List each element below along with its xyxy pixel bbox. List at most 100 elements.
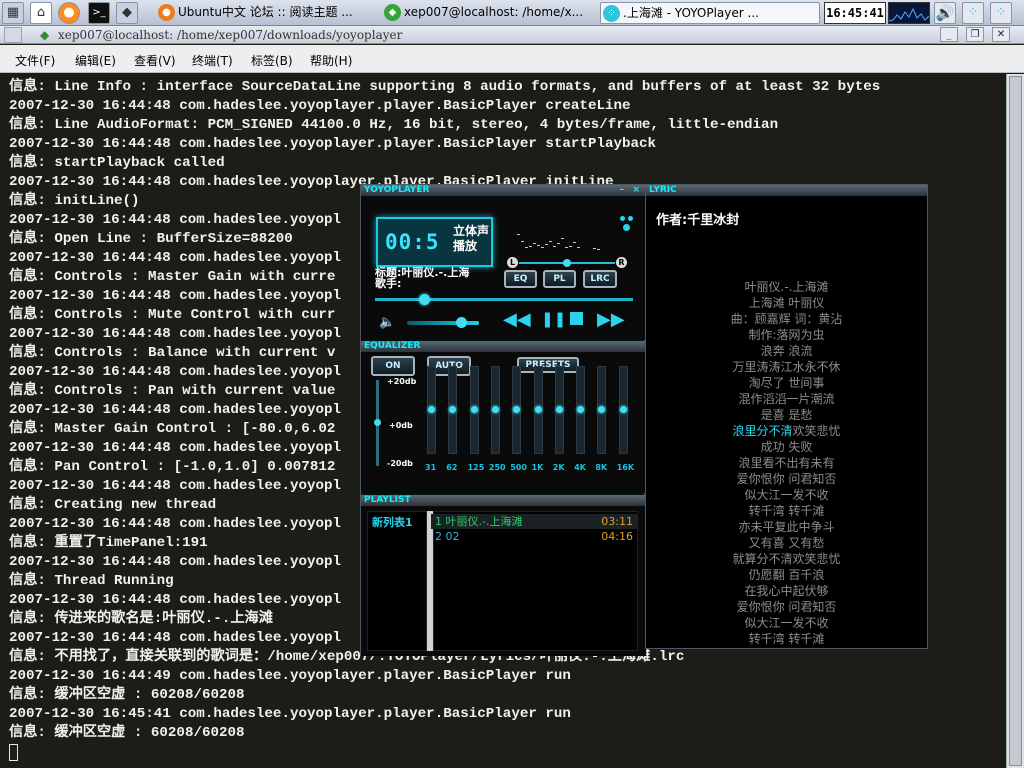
eq-knob[interactable] bbox=[555, 406, 563, 413]
eq-slider-62[interactable] bbox=[448, 366, 458, 454]
eq-knob[interactable] bbox=[428, 406, 435, 413]
eq-knob[interactable] bbox=[598, 406, 606, 413]
stop-icon[interactable] bbox=[570, 312, 583, 325]
volume-icon[interactable]: 🔊 bbox=[934, 2, 956, 24]
pl-button[interactable]: PL bbox=[543, 270, 576, 288]
dot-icon bbox=[623, 224, 630, 231]
eq-slider-500[interactable] bbox=[512, 366, 522, 454]
player-main-panel: YOYOPLAYER – × 00:5 立体声 播放 标题:叶丽仪.-.上海 歌… bbox=[361, 185, 646, 340]
terminal-line: 信息: 缓冲区空虚 : 60208/60208 bbox=[9, 725, 245, 741]
eq-slider-2K[interactable] bbox=[554, 366, 564, 454]
menu-view[interactable]: 查看(V) bbox=[134, 52, 176, 69]
balance-slider[interactable] bbox=[519, 259, 615, 267]
lrc-button[interactable]: LRC bbox=[583, 270, 617, 288]
eq-knob[interactable] bbox=[491, 406, 499, 413]
eq-band-label: 2K bbox=[552, 463, 565, 472]
menu-file[interactable]: 文件(F) bbox=[15, 52, 55, 69]
db-label: -20db bbox=[387, 459, 413, 468]
task-yoyoplayer[interactable]: ⁘ .上海滩 - YOYOPlayer ... bbox=[600, 2, 820, 24]
eq-knob[interactable] bbox=[449, 406, 457, 413]
seek-knob[interactable] bbox=[419, 294, 431, 305]
dot-icon bbox=[620, 216, 625, 221]
terminal-line: 信息: Line AudioFormat: PCM_SIGNED 44100.0… bbox=[9, 117, 779, 133]
balance-knob[interactable] bbox=[563, 259, 571, 267]
lyric-line: 曲：顾嘉辉 词：黄沾 bbox=[730, 312, 843, 326]
lyric-line: 又有喜 又有愁 bbox=[748, 536, 825, 550]
eq-knob[interactable] bbox=[513, 406, 521, 413]
volume-knob[interactable] bbox=[456, 317, 467, 328]
playlist-title-bar: PLAYLIST bbox=[361, 495, 646, 506]
minimize-button[interactable]: _ bbox=[940, 27, 958, 42]
lyric-line: 爱你恨你 问君知否 bbox=[736, 472, 837, 486]
eq-button[interactable]: EQ bbox=[504, 270, 537, 288]
eq-band-label: 500 bbox=[510, 463, 527, 472]
pause-icon[interactable]: ❚❚ bbox=[541, 310, 566, 328]
balance-left-label: L bbox=[507, 257, 518, 268]
playlist-row[interactable]: 1 叶丽仪.-.上海滩 03:11 bbox=[431, 514, 637, 529]
prompt-line[interactable] bbox=[9, 743, 1006, 762]
eq-slider-31[interactable] bbox=[427, 366, 436, 454]
lyric-line: 亦未平复此中争斗 bbox=[738, 520, 835, 534]
volume-slider[interactable] bbox=[407, 317, 479, 328]
task-forum[interactable]: ● Ubuntu中文 论坛 :: 阅读主题 ... bbox=[156, 2, 370, 24]
menu-edit[interactable]: 编辑(E) bbox=[75, 52, 116, 69]
menu-terminal[interactable]: 终端(T) bbox=[192, 52, 233, 69]
menu-tabs[interactable]: 标签(B) bbox=[251, 52, 293, 69]
lcd-display: 00:5 立体声 播放 bbox=[376, 217, 493, 267]
eq-knob[interactable] bbox=[470, 406, 478, 413]
eq-band-label: 4K bbox=[574, 463, 586, 472]
clock[interactable]: 16:45:41 bbox=[824, 2, 886, 24]
tray-yoyo-icon[interactable]: ⁘ bbox=[962, 2, 984, 24]
menu-bar: 文件(F) 编辑(E) 查看(V) 终端(T) 标签(B) 帮助(H) bbox=[0, 45, 1024, 73]
cpu-graph-icon bbox=[888, 7, 930, 22]
apple-icon[interactable]: ◆ bbox=[116, 2, 138, 24]
menu-help[interactable]: 帮助(H) bbox=[310, 52, 352, 69]
terminal-icon[interactable]: >_ bbox=[88, 2, 110, 24]
lyric-lines[interactable]: 叶丽仪.-.上海滩 上海滩 叶丽仪 曲：顾嘉辉 词：黄沾 制作:落网为虫 浪奔 浪流 万里… bbox=[646, 279, 927, 647]
time-display[interactable]: 00:5 bbox=[385, 230, 440, 254]
scrollbar[interactable] bbox=[1006, 74, 1024, 768]
window-title: xep007@localhost: /home/xep007/downloads… bbox=[58, 28, 403, 42]
lyric-line: 是喜 是愁 bbox=[760, 408, 813, 422]
lyric-sung-part: 浪里分不清 bbox=[732, 424, 793, 438]
eq-band-label: 16K bbox=[616, 463, 635, 472]
preamp-knob[interactable] bbox=[374, 419, 381, 426]
window-menu-icon[interactable] bbox=[4, 27, 22, 43]
next-icon[interactable]: ▶▶ bbox=[597, 309, 625, 330]
terminal-line: 2007-12-30 16:44:48 com.hadeslee.yoyopla… bbox=[9, 136, 657, 152]
eq-knob[interactable] bbox=[577, 406, 585, 413]
eq-slider-4K[interactable] bbox=[576, 366, 586, 454]
maximize-button[interactable]: ❐ bbox=[966, 27, 984, 42]
desktop-icon[interactable]: ▦ bbox=[2, 2, 24, 24]
speaker-icon[interactable]: 🔈 bbox=[379, 315, 395, 330]
task-terminal[interactable]: ◆ xep007@localhost: /home/x... bbox=[382, 2, 596, 24]
eq-slider-8K[interactable] bbox=[597, 366, 607, 454]
eq-knob[interactable] bbox=[619, 406, 627, 413]
home-icon[interactable]: ⌂ bbox=[30, 2, 52, 24]
yoyo-icon: ⁘ bbox=[603, 5, 620, 22]
playlist-lists: 新列表1 bbox=[367, 511, 427, 651]
previous-icon[interactable]: ◀◀ bbox=[503, 309, 531, 330]
eq-on-button[interactable]: ON bbox=[371, 356, 415, 376]
eq-slider-125[interactable] bbox=[469, 366, 479, 454]
seek-bar[interactable] bbox=[375, 294, 633, 305]
eq-slider-1K[interactable] bbox=[533, 366, 543, 454]
scrollbar-thumb[interactable] bbox=[1009, 76, 1022, 766]
lyric-author: 作者:千里冰封 bbox=[656, 213, 740, 228]
eq-presets-button[interactable]: PRESETS bbox=[517, 357, 579, 373]
preamp-slider[interactable] bbox=[374, 380, 381, 466]
minimize-icon[interactable]: – bbox=[620, 185, 625, 196]
close-button[interactable]: ✕ bbox=[992, 27, 1010, 42]
taskbar: ▦ ⌂ ● >_ ◆ ● Ubuntu中文 论坛 :: 阅读主题 ... ◆ x… bbox=[0, 0, 1024, 26]
terminal-line: 信息: startPlayback called bbox=[9, 155, 225, 171]
tray-network-icon[interactable]: ⁘ bbox=[990, 2, 1012, 24]
yoyoplayer-window: YOYOPLAYER – × 00:5 立体声 播放 标题:叶丽仪.-.上海 歌… bbox=[360, 184, 646, 656]
eq-slider-250[interactable] bbox=[490, 366, 500, 454]
playlist-row[interactable]: 2 02 04:16 bbox=[431, 529, 637, 544]
close-icon[interactable]: × bbox=[632, 185, 640, 196]
eq-band-label: 1K bbox=[531, 463, 544, 472]
list-item[interactable]: 新列表1 bbox=[368, 512, 426, 532]
eq-knob[interactable] bbox=[534, 406, 542, 413]
eq-slider-16K[interactable] bbox=[618, 366, 628, 454]
firefox-icon[interactable]: ● bbox=[58, 2, 80, 24]
